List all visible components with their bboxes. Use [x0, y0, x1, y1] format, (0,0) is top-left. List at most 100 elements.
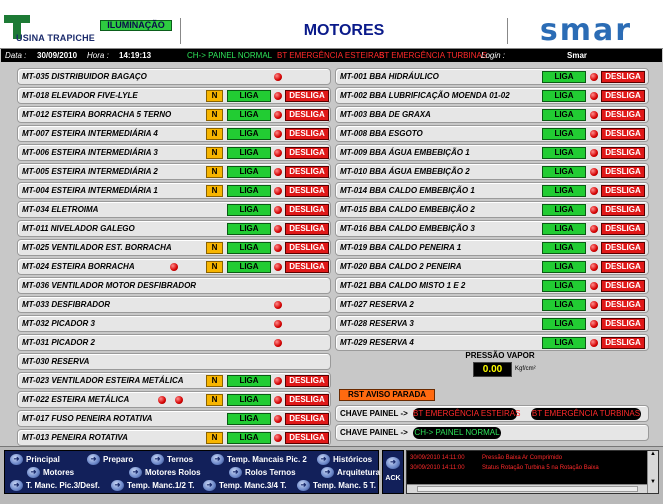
liga-button[interactable]: LIGA: [542, 299, 586, 311]
alarm-item[interactable]: 30/09/2010 14:11:00 Pressão Baixa Ar Comp…: [410, 455, 562, 461]
liga-button[interactable]: LIGA: [227, 109, 271, 121]
n-button[interactable]: N: [206, 128, 223, 140]
n-button[interactable]: N: [206, 375, 223, 387]
liga-button[interactable]: LIGA: [542, 185, 586, 197]
desliga-button[interactable]: DESLIGA: [285, 375, 329, 387]
motor-row: MT-034 ELETROIMA LIGA DESLIGA: [17, 201, 331, 218]
desliga-button[interactable]: DESLIGA: [285, 90, 329, 102]
liga-button[interactable]: LIGA: [227, 375, 271, 387]
liga-button[interactable]: LIGA: [227, 90, 271, 102]
desliga-button[interactable]: DESLIGA: [285, 242, 329, 254]
desliga-button[interactable]: DESLIGA: [601, 223, 645, 235]
desliga-button[interactable]: DESLIGA: [601, 109, 645, 121]
n-button[interactable]: N: [206, 261, 223, 273]
desliga-button[interactable]: DESLIGA: [601, 318, 645, 330]
desliga-button[interactable]: DESLIGA: [601, 204, 645, 216]
nav-preparo[interactable]: ➜ Preparo: [87, 454, 133, 466]
desliga-button[interactable]: DESLIGA: [601, 185, 645, 197]
liga-button[interactable]: LIGA: [542, 223, 586, 235]
liga-button[interactable]: LIGA: [542, 166, 586, 178]
desliga-button[interactable]: DESLIGA: [601, 261, 645, 273]
nav-rolos-ternos[interactable]: ➜ Rolos Ternos: [229, 467, 296, 479]
desliga-button[interactable]: DESLIGA: [285, 204, 329, 216]
desliga-button[interactable]: DESLIGA: [601, 280, 645, 292]
nav-motores[interactable]: ➜ Motores: [27, 467, 74, 479]
liga-button[interactable]: LIGA: [542, 261, 586, 273]
desliga-button[interactable]: DESLIGA: [285, 147, 329, 159]
desliga-button[interactable]: DESLIGA: [285, 261, 329, 273]
n-button[interactable]: N: [206, 90, 223, 102]
chevron-down-icon[interactable]: ▼: [648, 479, 658, 485]
liga-button[interactable]: LIGA: [227, 166, 271, 178]
liga-button[interactable]: LIGA: [227, 242, 271, 254]
liga-button[interactable]: LIGA: [227, 204, 271, 216]
status-bar: Data : 30/09/2010 Hora : 14:19:13 CH-> P…: [1, 49, 662, 62]
liga-button[interactable]: LIGA: [542, 242, 586, 254]
liga-button[interactable]: LIGA: [227, 261, 271, 273]
vertical-scrollbar[interactable]: ▲ ▼: [647, 451, 658, 493]
desliga-button[interactable]: DESLIGA: [601, 147, 645, 159]
lighting-button[interactable]: ILUMINAÇÃO: [100, 20, 172, 31]
liga-button[interactable]: LIGA: [227, 432, 271, 444]
n-button[interactable]: N: [206, 185, 223, 197]
n-button[interactable]: N: [206, 147, 223, 159]
desliga-button[interactable]: DESLIGA: [285, 166, 329, 178]
motor-label: MT-029 RESERVA 4: [340, 338, 414, 347]
liga-button[interactable]: LIGA: [227, 223, 271, 235]
motor-label: MT-035 DISTRIBUIDOR BAGAÇO: [22, 72, 147, 81]
n-button[interactable]: N: [206, 166, 223, 178]
nav-ternos[interactable]: ➜ Ternos: [151, 454, 193, 466]
liga-button[interactable]: LIGA: [542, 147, 586, 159]
liga-button[interactable]: LIGA: [542, 90, 586, 102]
desliga-button[interactable]: DESLIGA: [601, 166, 645, 178]
liga-button[interactable]: LIGA: [227, 394, 271, 406]
liga-button[interactable]: LIGA: [542, 337, 586, 349]
alarm-list[interactable]: 30/09/2010 14:11:00 Pressão Baixa Ar Comp…: [406, 450, 659, 494]
desliga-button[interactable]: DESLIGA: [285, 394, 329, 406]
desliga-button[interactable]: DESLIGA: [285, 128, 329, 140]
nav-temp-manc-12[interactable]: ➜ Temp. Manc.1/2 T.: [111, 480, 194, 492]
liga-button[interactable]: LIGA: [542, 109, 586, 121]
liga-button[interactable]: LIGA: [542, 204, 586, 216]
desliga-button[interactable]: DESLIGA: [285, 432, 329, 444]
horizontal-scrollbar[interactable]: [407, 484, 648, 493]
nav-temp-manc-34[interactable]: ➜ Temp. Manc.3/4 T.: [203, 480, 286, 492]
n-button[interactable]: N: [206, 432, 223, 444]
alarm-item[interactable]: 30/09/2010 14:11:00 Status Rotação Turbin…: [410, 465, 599, 471]
alarm-text: Pressão Baixa Ar Comprimido: [482, 455, 563, 461]
liga-button[interactable]: LIGA: [542, 280, 586, 292]
n-button[interactable]: N: [206, 109, 223, 121]
desliga-button[interactable]: DESLIGA: [285, 185, 329, 197]
n-button[interactable]: N: [206, 394, 223, 406]
scroll-thumb[interactable]: [417, 486, 638, 492]
arrow-right-icon: ➜: [27, 467, 40, 479]
nav-motores-rolos[interactable]: ➜ Motores Rolos: [129, 467, 201, 479]
liga-button[interactable]: LIGA: [227, 413, 271, 425]
nav-arquitetura[interactable]: ➜ Arquitetura: [321, 467, 380, 479]
nav-historicos[interactable]: ➜ Históricos: [317, 454, 372, 466]
desliga-button[interactable]: DESLIGA: [601, 71, 645, 83]
ack-button[interactable]: ➜ ACK: [382, 450, 404, 494]
liga-button[interactable]: LIGA: [227, 185, 271, 197]
desliga-button[interactable]: DESLIGA: [601, 128, 645, 140]
liga-button[interactable]: LIGA: [227, 128, 271, 140]
desliga-button[interactable]: DESLIGA: [601, 299, 645, 311]
liga-button[interactable]: LIGA: [542, 71, 586, 83]
n-button[interactable]: N: [206, 242, 223, 254]
desliga-button[interactable]: DESLIGA: [601, 242, 645, 254]
motor-label: MT-020 BBA CALDO 2 PENEIRA: [340, 262, 462, 271]
desliga-button[interactable]: DESLIGA: [285, 413, 329, 425]
liga-button[interactable]: LIGA: [542, 318, 586, 330]
desliga-button[interactable]: DESLIGA: [285, 223, 329, 235]
nav-t-manc-pic3[interactable]: ➜ T. Manc. Pic.3/Desf.: [10, 480, 100, 492]
liga-button[interactable]: LIGA: [227, 147, 271, 159]
liga-button[interactable]: LIGA: [542, 128, 586, 140]
nav-principal[interactable]: ➜ Principal: [10, 454, 60, 466]
reset-stop-warning-button[interactable]: RST AVISO PARADA: [339, 389, 435, 401]
chevron-up-icon[interactable]: ▲: [648, 451, 658, 457]
nav-temp-mancais-pic2[interactable]: ➜ Temp. Mancais Pic. 2: [211, 454, 307, 466]
desliga-button[interactable]: DESLIGA: [285, 109, 329, 121]
nav-temp-manc-5[interactable]: ➜ Temp. Manc. 5 T.: [297, 480, 376, 492]
desliga-button[interactable]: DESLIGA: [601, 337, 645, 349]
desliga-button[interactable]: DESLIGA: [601, 90, 645, 102]
